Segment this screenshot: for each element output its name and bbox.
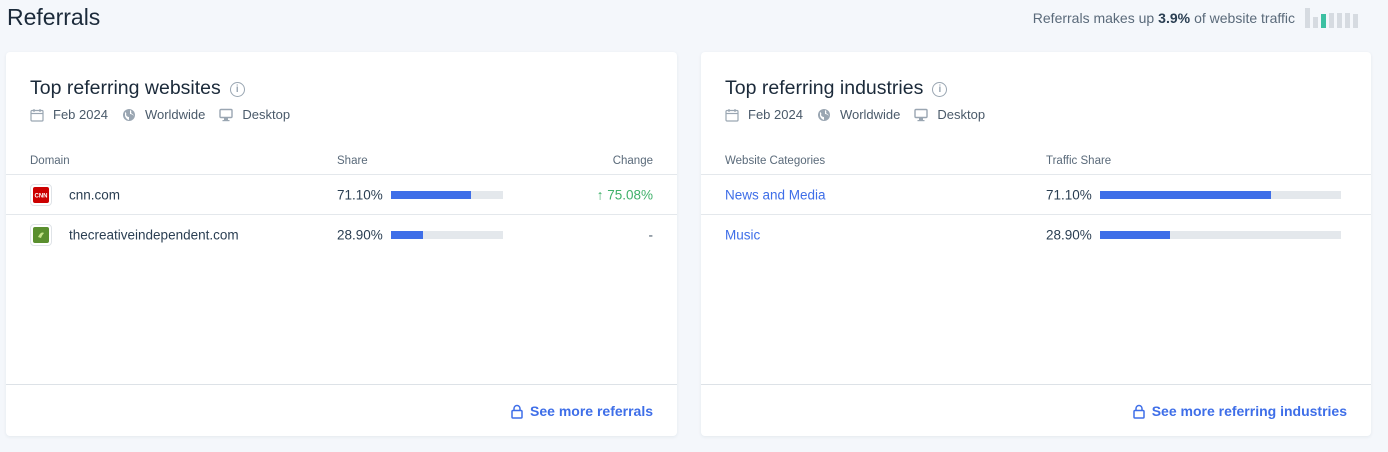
date-filter-label: Feb 2024 — [748, 107, 803, 122]
industries-table-header: Website Categories Traffic Share — [701, 155, 1371, 175]
table-row[interactable]: CNN cnn.com 71.10% ↑ 75.08% — [6, 175, 677, 215]
desktop-icon — [914, 108, 929, 122]
column-domain: Domain — [30, 155, 70, 167]
date-filter: Feb 2024 — [725, 107, 803, 122]
industries-filters: Feb 2024 Worldwide Desktop — [725, 107, 999, 122]
share-bar-fill — [391, 190, 471, 199]
websites-card-footer: See more referrals — [6, 384, 677, 436]
arrow-up-icon: ↑ — [596, 187, 604, 202]
websites-card-title: Top referring websites i — [30, 77, 245, 100]
share-value: 28.90% — [337, 227, 383, 243]
websites-table-header: Domain Share Change — [6, 155, 677, 175]
mini-chart-bar — [1353, 14, 1358, 28]
share-value: 28.90% — [1046, 227, 1092, 243]
column-change: Change — [612, 155, 653, 167]
share-bar-fill — [391, 231, 424, 239]
column-share: Share — [337, 155, 368, 167]
page-title: Referrals — [7, 4, 101, 30]
cnn-logo-icon: CNN — [30, 183, 52, 206]
mini-chart-bar — [1313, 17, 1318, 28]
globe-icon — [122, 108, 136, 122]
globe-icon — [817, 108, 831, 122]
category-link[interactable]: News and Media — [725, 187, 826, 202]
device-filter: Desktop — [914, 107, 985, 122]
region-filter: Worldwide — [122, 107, 205, 122]
device-filter-label: Desktop — [937, 107, 986, 122]
industries-title-text: Top referring industries — [725, 77, 924, 99]
share-bar-fill — [1100, 231, 1170, 239]
mini-chart-bar — [1329, 13, 1334, 28]
date-filter: Feb 2024 — [30, 107, 108, 122]
table-row[interactable]: thecreativeindependent.com 28.90% - — [6, 215, 677, 255]
mini-chart-bar — [1321, 14, 1326, 28]
share-bar — [391, 190, 503, 199]
region-filter: Worldwide — [817, 107, 900, 122]
region-filter-label: Worldwide — [144, 107, 206, 122]
top-referring-websites-card: Top referring websites i Feb 2024 Worldw… — [6, 52, 677, 436]
mini-chart-bar — [1337, 13, 1342, 28]
column-website-categories: Website Categories — [725, 155, 826, 167]
column-traffic-share: Traffic Share — [1046, 155, 1112, 167]
calendar-icon — [725, 108, 739, 122]
calendar-icon — [30, 108, 44, 122]
creative-independent-logo-icon — [30, 224, 52, 246]
industries-card-title: Top referring industries i — [725, 77, 948, 100]
change-value: - — [648, 227, 654, 243]
websites-filters: Feb 2024 Worldwide Desktop — [30, 107, 304, 122]
summary-suffix: of website traffic — [1194, 10, 1295, 26]
domain-link[interactable]: thecreativeindependent.com — [69, 228, 239, 243]
category-link[interactable]: Music — [725, 228, 760, 243]
change-value: ↑ 75.08% — [597, 187, 653, 202]
svg-text:CNN: CNN — [35, 193, 48, 199]
info-icon[interactable]: i — [932, 82, 948, 97]
share-bar-fill — [1100, 190, 1272, 199]
table-row[interactable]: Music 28.90% — [701, 215, 1371, 255]
industries-card-footer: See more referring industries — [701, 384, 1371, 436]
summary-value: 3.9% — [1158, 10, 1191, 26]
see-more-referrals-label: See more referrals — [530, 403, 653, 419]
lock-icon — [511, 404, 523, 419]
see-more-industries-link[interactable]: See more referring industries — [1132, 403, 1347, 419]
share-bar — [391, 231, 503, 239]
see-more-referrals-link[interactable]: See more referrals — [510, 403, 653, 419]
info-icon[interactable]: i — [229, 82, 245, 97]
desktop-icon — [219, 108, 234, 122]
share-value: 71.10% — [337, 187, 383, 202]
lock-icon — [1132, 404, 1145, 419]
device-filter-label: Desktop — [242, 107, 291, 122]
domain-link[interactable]: cnn.com — [69, 187, 120, 202]
share-bar — [1100, 231, 1341, 239]
mini-chart-bar — [1345, 13, 1350, 28]
websites-title-text: Top referring websites — [30, 77, 221, 99]
share-value: 71.10% — [1046, 187, 1092, 202]
summary-prefix: Referrals makes up — [1032, 10, 1155, 26]
traffic-mini-chart — [1305, 8, 1358, 28]
change-text: 75.08% — [607, 187, 653, 202]
table-row[interactable]: News and Media 71.10% — [701, 175, 1371, 215]
see-more-industries-label: See more referring industries — [1151, 403, 1347, 419]
device-filter: Desktop — [219, 107, 290, 122]
date-filter-label: Feb 2024 — [53, 107, 108, 122]
top-referring-industries-card: Top referring industries i Feb 2024 Worl… — [701, 52, 1371, 436]
share-bar — [1100, 190, 1341, 199]
mini-chart-bar — [1305, 8, 1310, 28]
traffic-share-summary: Referrals makes up 3.9% of website traff… — [1033, 8, 1358, 28]
region-filter-label: Worldwide — [839, 107, 901, 122]
